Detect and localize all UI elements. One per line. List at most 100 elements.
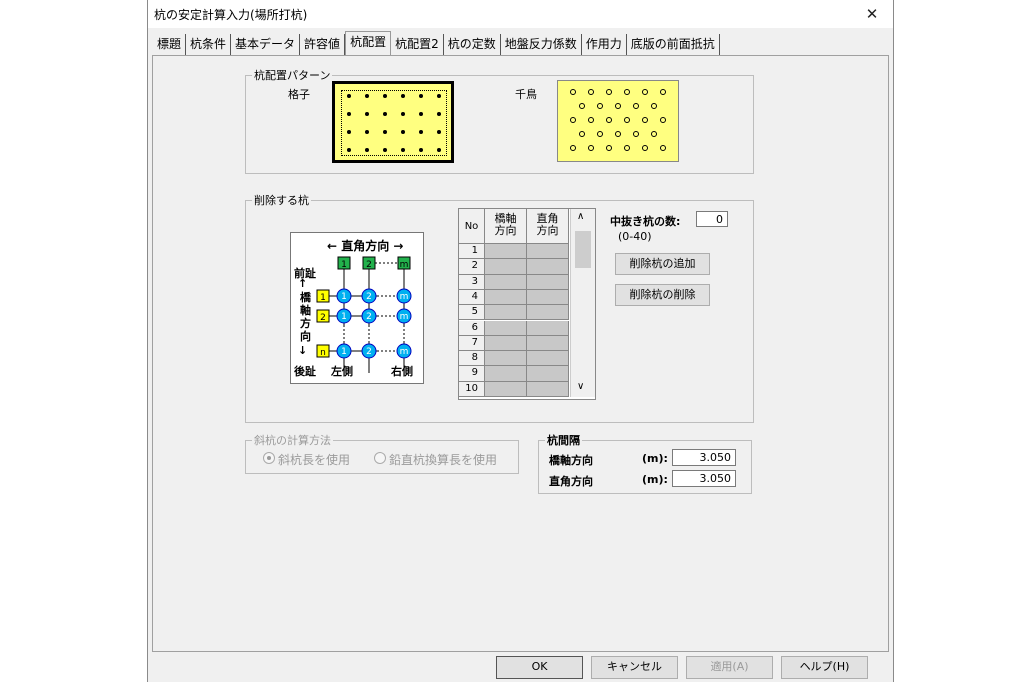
staggered-pattern-option[interactable]	[557, 80, 679, 162]
table-cell-bridge[interactable]	[485, 244, 527, 260]
table-row-number: 1	[459, 244, 485, 260]
tab-title[interactable]: 標題	[153, 34, 187, 56]
staggered-pile-dot	[624, 145, 630, 151]
table-cell-bridge[interactable]	[485, 259, 527, 275]
pile-circle-label: m	[400, 347, 409, 357]
staggered-pile-dot	[615, 131, 621, 137]
perp-spacing-input[interactable]: 3.050	[672, 470, 736, 487]
bridge-axis-label: 橋 軸 方 向	[300, 291, 312, 343]
staggered-pile-dot	[570, 145, 576, 151]
perp-direction-label: ← 直角方向 →	[327, 239, 404, 253]
table-cell-bridge[interactable]	[485, 335, 527, 352]
hollow-count-input[interactable]: 0	[696, 211, 728, 227]
tab-bar: 標題 杭条件 基本データ 許容値 杭配置 杭配置2 杭の定数 地盤反力係数 作用力 底版の前面抵抗	[153, 31, 720, 56]
right-side-label: 右側	[391, 365, 413, 378]
tab-allowable[interactable]: 許容値	[300, 34, 346, 56]
grid-pile-dot	[419, 94, 423, 98]
tab-pile-conditions[interactable]: 杭条件	[186, 34, 232, 56]
close-button[interactable]: ✕	[857, 1, 887, 27]
add-delete-pile-button[interactable]: 削除杭の追加	[615, 253, 710, 275]
hollow-count-label: 中抜き杭の数:	[610, 215, 681, 228]
staggered-pile-dot	[624, 89, 630, 95]
pile-circle-label: 2	[366, 347, 372, 357]
ok-button[interactable]: OK	[496, 656, 583, 679]
pile-circle-label: m	[400, 312, 409, 322]
dialog-window: 杭の安定計算入力(場所打杭) ✕ 標題 杭条件 基本データ 許容値 杭配置 杭配置2 杭の定…	[147, 0, 894, 682]
col-label-1: 1	[341, 260, 347, 270]
scroll-thumb[interactable]	[575, 231, 591, 268]
table-row-number: 5	[459, 305, 485, 321]
down-arrow-icon: ↓	[298, 344, 308, 357]
staggered-pattern-label: 千鳥	[515, 88, 537, 101]
staggered-pile-dot	[570, 117, 576, 123]
table-cell-perp[interactable]	[527, 274, 569, 290]
table-cell-bridge[interactable]	[485, 366, 527, 382]
table-cell-perp[interactable]	[527, 335, 569, 352]
grid-pile-dot	[437, 112, 441, 116]
tab-pile-layout[interactable]: 杭配置	[345, 31, 392, 56]
tab-subgrade-reaction[interactable]: 地盤反力係数	[501, 34, 582, 56]
grid-pile-dot	[419, 130, 423, 134]
table-row-number: 6	[459, 320, 485, 336]
bridge-axis-char-1: 橋	[300, 291, 311, 304]
pile-circle-label: 2	[366, 312, 372, 322]
help-button[interactable]: ヘルプ(H)	[781, 656, 868, 679]
col-label-2: 2	[366, 260, 372, 270]
delete-pile-table[interactable]: No 橋軸方向 直角方向 1 2 3 4 5 6 7 8 9 10 ∧ ∨	[458, 208, 596, 400]
table-cell-perp[interactable]	[527, 305, 569, 321]
tab-acting-force[interactable]: 作用力	[582, 34, 627, 56]
table-header-perp-text: 直角方向	[536, 212, 559, 237]
table-cell-bridge[interactable]	[485, 351, 527, 367]
tab-front-resistance[interactable]: 底版の前面抵抗	[627, 34, 720, 56]
staggered-pile-dot	[642, 89, 648, 95]
bridge-spacing-input[interactable]: 3.050	[672, 449, 736, 466]
grid-pile-dot	[383, 148, 387, 152]
staggered-pile-dot	[606, 117, 612, 123]
apply-button[interactable]: 適用(A)	[686, 656, 773, 679]
slant-option2-radio[interactable]	[374, 452, 386, 464]
staggered-pile-dot	[651, 131, 657, 137]
grid-pattern-option[interactable]	[332, 81, 454, 163]
slant-option1-radio[interactable]	[263, 452, 275, 464]
staggered-pile-dot	[660, 89, 666, 95]
table-header-perp: 直角方向	[527, 209, 569, 244]
table-row-number: 7	[459, 335, 485, 352]
table-cell-bridge[interactable]	[485, 305, 527, 321]
tab-panel: 杭配置パターン 格子 千鳥 削除する杭 1 2 m 1 2 n 1 2 m 1 …	[152, 55, 889, 652]
grid-pile-dot	[383, 112, 387, 116]
table-cell-bridge[interactable]	[485, 289, 527, 306]
remove-delete-pile-button[interactable]: 削除杭の削除	[615, 284, 710, 306]
scroll-up-icon[interactable]: ∧	[577, 211, 584, 222]
row-label-1: 1	[320, 293, 326, 303]
cancel-button[interactable]: キャンセル	[591, 656, 678, 679]
table-cell-bridge[interactable]	[485, 320, 527, 336]
table-cell-bridge[interactable]	[485, 274, 527, 290]
table-row-number: 8	[459, 351, 485, 367]
table-cell-perp[interactable]	[527, 351, 569, 367]
table-cell-perp[interactable]	[527, 244, 569, 260]
left-side-label: 左側	[331, 365, 353, 378]
perp-spacing-label: 直角方向	[549, 475, 593, 488]
table-cell-perp[interactable]	[527, 320, 569, 336]
grid-pile-dot	[365, 148, 369, 152]
staggered-pile-dot	[570, 89, 576, 95]
grid-pile-dot	[383, 130, 387, 134]
table-cell-bridge[interactable]	[485, 381, 527, 397]
tab-basic-data[interactable]: 基本データ	[231, 34, 301, 56]
table-header-bridge: 橋軸方向	[485, 209, 527, 244]
grid-pile-dot	[365, 112, 369, 116]
table-cell-perp[interactable]	[527, 366, 569, 382]
tab-pile-layout-2[interactable]: 杭配置2	[391, 34, 444, 56]
scroll-down-icon[interactable]: ∨	[577, 381, 584, 392]
pile-circle-label: 2	[366, 292, 372, 302]
table-cell-perp[interactable]	[527, 381, 569, 397]
table-cell-perp[interactable]	[527, 289, 569, 306]
tab-pile-constants[interactable]: 杭の定数	[444, 34, 501, 56]
table-scrollbar[interactable]: ∧ ∨	[570, 209, 595, 397]
table-cell-perp[interactable]	[527, 259, 569, 275]
slant-method-group-label: 斜杭の計算方法	[254, 434, 331, 447]
pile-diagram: 1 2 m 1 2 n 12m12m12m ← 直角方向 → 前趾 ↑ 橋 軸	[290, 232, 424, 384]
row-label-2: 2	[320, 313, 326, 323]
delete-pile-group-label: 削除する杭	[254, 194, 309, 207]
staggered-pile-dot	[606, 89, 612, 95]
